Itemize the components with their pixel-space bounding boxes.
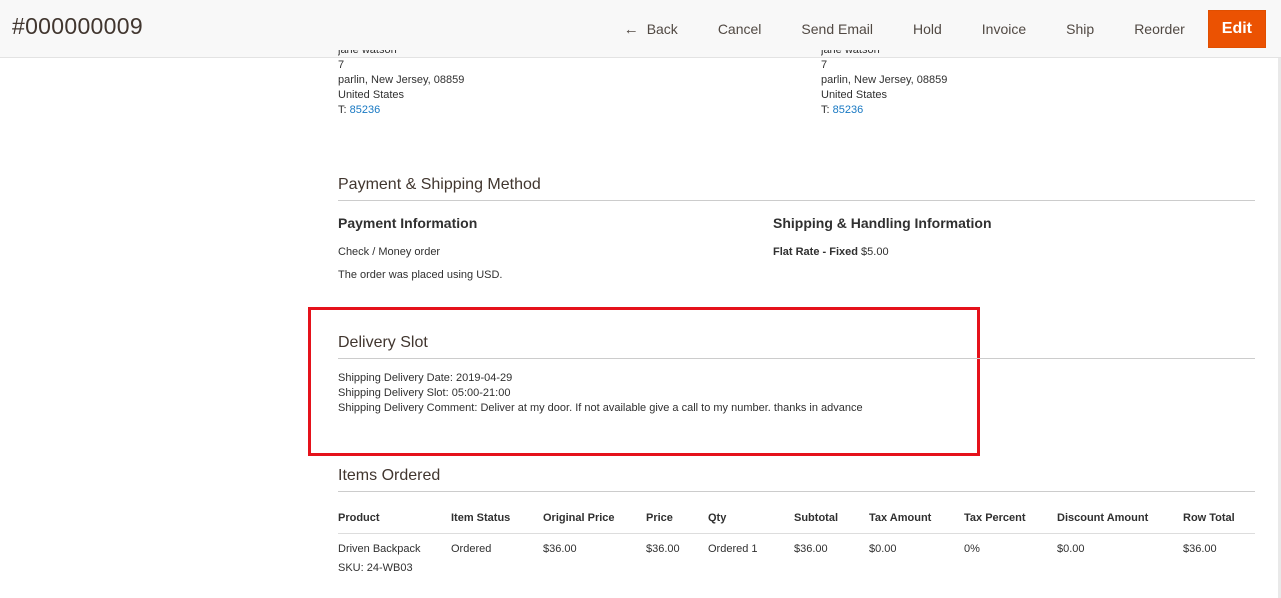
payment-method: Check / Money order xyxy=(338,246,441,258)
billing-phone-link[interactable]: 85236 xyxy=(350,104,381,116)
price: $36.00 xyxy=(646,543,680,555)
page-title: #000000009 xyxy=(12,13,143,39)
delivery-slot-details: Shipping Delivery Date: 2019-04-29 Shipp… xyxy=(338,371,863,416)
col-tax-amount: Tax Amount xyxy=(869,510,964,534)
col-row-total: Row Total xyxy=(1183,510,1255,534)
tax-amount: $0.00 xyxy=(869,543,897,555)
row-total: $36.00 xyxy=(1183,543,1217,555)
shipping-price: $5.00 xyxy=(861,246,889,258)
billing-name: jane watson xyxy=(338,50,397,56)
billing-street: 7 xyxy=(338,59,345,71)
send-email-button[interactable]: Send Email xyxy=(781,11,893,47)
items-table-header: Product Item Status Original Price Price… xyxy=(338,510,1255,534)
product-name: Driven Backpack xyxy=(338,543,421,555)
delivery-slot-title: Delivery Slot xyxy=(338,334,1255,359)
col-product: Product xyxy=(338,510,451,534)
shipping-method-name: Flat Rate - Fixed xyxy=(773,246,858,258)
delivery-date: Shipping Delivery Date: 2019-04-29 xyxy=(338,372,513,384)
col-qty: Qty xyxy=(708,510,794,534)
shipping-country: United States xyxy=(821,89,888,101)
back-button[interactable]: ← Back xyxy=(604,11,698,47)
arrow-left-icon: ← xyxy=(623,21,639,38)
item-status: Ordered xyxy=(451,543,492,555)
subtotal: $36.00 xyxy=(794,543,828,555)
cancel-button[interactable]: Cancel xyxy=(698,11,782,47)
col-subtotal: Subtotal xyxy=(794,510,869,534)
items-ordered-title: Items Ordered xyxy=(338,467,1255,492)
payment-shipping-title: Payment & Shipping Method xyxy=(338,176,1255,201)
invoice-button[interactable]: Invoice xyxy=(962,11,1046,47)
col-item-status: Item Status xyxy=(451,510,543,534)
billing-phone-prefix: T: xyxy=(338,104,350,116)
edit-button[interactable]: Edit xyxy=(1207,10,1266,48)
page-actions: ← Back Cancel Send Email Hold Invoice Shi… xyxy=(604,10,1266,48)
col-tax-percent: Tax Percent xyxy=(964,510,1057,534)
shipping-info-title: Shipping & Handling Information xyxy=(773,215,992,231)
shipping-phone-link[interactable]: 85236 xyxy=(833,104,864,116)
ship-button[interactable]: Ship xyxy=(1046,11,1114,47)
payment-info-title: Payment Information xyxy=(338,215,478,231)
tax-percent: 0% xyxy=(964,543,980,555)
shipping-address: jane watson 7 parlin, New Jersey, 08859 … xyxy=(821,50,947,118)
items-table: Product Item Status Original Price Price… xyxy=(338,510,1255,574)
payment-note: The order was placed using USD. xyxy=(338,269,503,281)
billing-address: jane watson 7 parlin, New Jersey, 08859 … xyxy=(338,50,464,118)
col-price: Price xyxy=(646,510,708,534)
shipping-city: parlin, New Jersey, 08859 xyxy=(821,74,948,86)
billing-city: parlin, New Jersey, 08859 xyxy=(338,74,465,86)
billing-country: United States xyxy=(338,89,405,101)
billing-phone: T: 85236 xyxy=(338,103,464,118)
reorder-button[interactable]: Reorder xyxy=(1114,11,1205,47)
page-header: #000000009 ← Back Cancel Send Email Hold … xyxy=(0,0,1281,58)
original-price: $36.00 xyxy=(543,543,577,555)
col-original-price: Original Price xyxy=(543,510,646,534)
hold-button[interactable]: Hold xyxy=(893,11,962,47)
product-cell: Driven Backpack SKU: 24-WB03 xyxy=(338,534,451,574)
shipping-phone: T: 85236 xyxy=(821,103,947,118)
discount-amount: $0.00 xyxy=(1057,543,1085,555)
delivery-slot-time: Shipping Delivery Slot: 05:00-21:00 xyxy=(338,387,511,399)
delivery-comment: Shipping Delivery Comment: Deliver at my… xyxy=(338,402,863,414)
table-row: Driven Backpack SKU: 24-WB03 Ordered $36… xyxy=(338,534,1255,574)
col-discount-amount: Discount Amount xyxy=(1057,510,1183,534)
product-sku: SKU: 24-WB03 xyxy=(338,562,413,574)
shipping-method: Flat Rate - Fixed $5.00 xyxy=(773,245,889,260)
shipping-name: jane watson xyxy=(821,50,880,56)
back-label: Back xyxy=(646,21,678,37)
qty: Ordered 1 xyxy=(708,543,758,555)
shipping-phone-prefix: T: xyxy=(821,104,833,116)
shipping-street: 7 xyxy=(821,59,828,71)
